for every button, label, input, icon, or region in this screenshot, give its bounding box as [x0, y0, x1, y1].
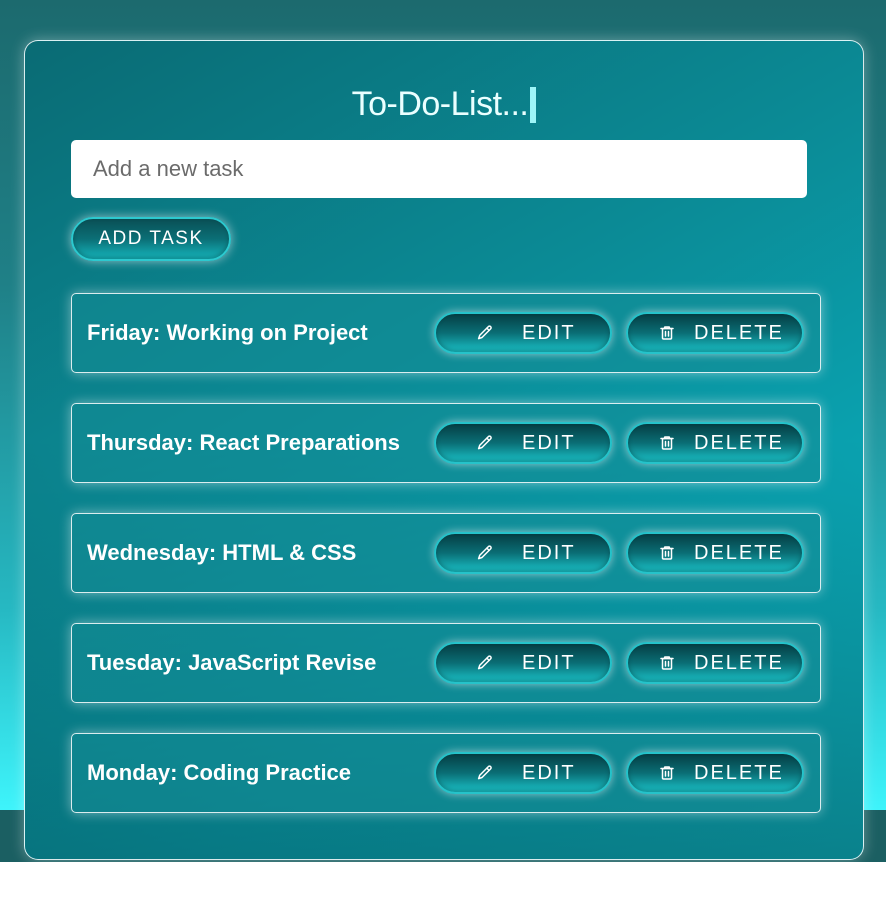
add-task-button[interactable]: ADD TASK — [71, 217, 231, 261]
edit-button[interactable]: EDIT — [434, 312, 612, 354]
edit-label: EDIT — [522, 321, 576, 344]
delete-label: DELETE — [694, 321, 784, 344]
task-list: Friday: Working on Project EDIT DELETE T… — [71, 293, 821, 843]
edit-label: EDIT — [522, 431, 576, 454]
task-item: Thursday: React Preparations EDIT DELETE — [71, 403, 821, 483]
app-title: To-Do-List... — [351, 85, 529, 123]
new-task-input[interactable] — [71, 140, 807, 198]
pencil-icon — [476, 434, 494, 452]
task-item: Tuesday: JavaScript Revise EDIT DELETE — [71, 623, 821, 703]
delete-button[interactable]: DELETE — [626, 422, 804, 464]
delete-label: DELETE — [694, 431, 784, 454]
edit-button[interactable]: EDIT — [434, 752, 612, 794]
trash-icon — [658, 544, 676, 562]
edit-label: EDIT — [522, 761, 576, 784]
pencil-icon — [476, 654, 494, 672]
typing-cursor — [530, 87, 537, 123]
delete-label: DELETE — [694, 761, 784, 784]
delete-button[interactable]: DELETE — [626, 752, 804, 794]
delete-button[interactable]: DELETE — [626, 642, 804, 684]
trash-icon — [658, 654, 676, 672]
title-wrapper: To-Do-List... — [25, 85, 863, 124]
pencil-icon — [476, 544, 494, 562]
task-text: Friday: Working on Project — [87, 320, 368, 345]
edit-button[interactable]: EDIT — [434, 422, 612, 464]
task-text: Wednesday: HTML & CSS — [87, 540, 357, 565]
delete-label: DELETE — [694, 541, 784, 564]
delete-button[interactable]: DELETE — [626, 532, 804, 574]
task-text: Monday: Coding Practice — [87, 760, 352, 785]
task-item: Wednesday: HTML & CSS EDIT DELETE — [71, 513, 821, 593]
task-item: Friday: Working on Project EDIT DELETE — [71, 293, 821, 373]
delete-button[interactable]: DELETE — [626, 312, 804, 354]
trash-icon — [658, 324, 676, 342]
pencil-icon — [476, 764, 494, 782]
edit-label: EDIT — [522, 651, 576, 674]
todo-card: To-Do-List... ADD TASK Friday: Working o… — [24, 40, 864, 860]
task-text: Thursday: React Preparations — [87, 430, 400, 455]
task-text: Tuesday: JavaScript Revise — [87, 650, 377, 675]
edit-button[interactable]: EDIT — [434, 532, 612, 574]
trash-icon — [658, 764, 676, 782]
edit-button[interactable]: EDIT — [434, 642, 612, 684]
delete-label: DELETE — [694, 651, 784, 674]
task-item: Monday: Coding Practice EDIT DELETE — [71, 733, 821, 813]
edit-label: EDIT — [522, 541, 576, 564]
pencil-icon — [476, 324, 494, 342]
trash-icon — [658, 434, 676, 452]
